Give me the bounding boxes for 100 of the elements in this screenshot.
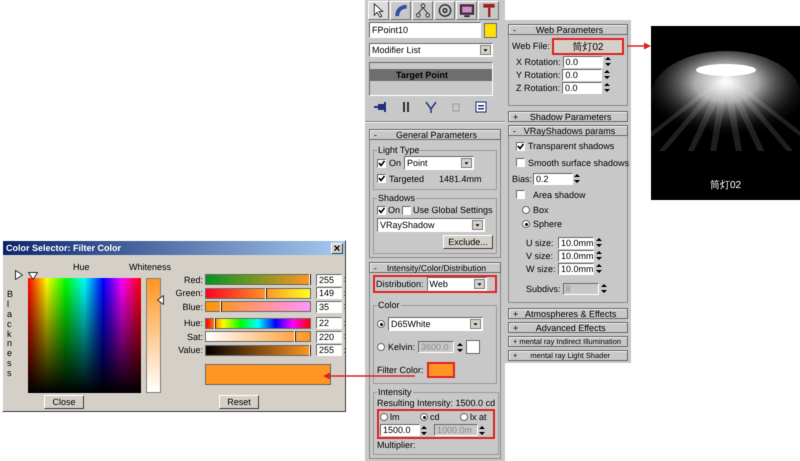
spinner-button[interactable]	[457, 342, 464, 352]
rollout-header[interactable]: - VRayShadows params	[508, 125, 628, 136]
radio-button[interactable]	[460, 413, 468, 421]
checkbox[interactable]	[516, 142, 525, 150]
dropdown[interactable]: VRayShadow	[377, 218, 485, 232]
checkbox-label: Use Global Settings	[413, 204, 493, 216]
dialog-button[interactable]: Close	[44, 395, 84, 409]
number-field[interactable]: 255	[316, 274, 342, 286]
rollout-header[interactable]: + Advanced Effects	[508, 322, 628, 333]
group-title: Color	[377, 300, 401, 310]
rollout-header[interactable]: - Web Parameters	[508, 24, 628, 35]
dropdown[interactable]: Modifier List	[369, 43, 493, 57]
radio-label: lm	[390, 411, 400, 423]
number-field[interactable]: 149	[316, 287, 342, 300]
whiteness-label: Whiteness	[129, 261, 172, 273]
panel-tab[interactable]	[412, 1, 433, 20]
checkbox[interactable]	[516, 190, 525, 199]
checkbox-label: On	[388, 204, 400, 216]
number-field[interactable]: 220	[316, 330, 342, 343]
panel-tab[interactable]	[434, 1, 455, 20]
color-swatch[interactable]	[426, 362, 455, 378]
list-icon[interactable]	[473, 99, 489, 115]
number-field[interactable]: 10.0mm	[558, 262, 594, 274]
color-slider[interactable]	[205, 301, 311, 312]
panel-tab[interactable]	[390, 1, 411, 20]
number-field[interactable]: 0.2	[533, 172, 574, 184]
radio-button[interactable]	[420, 413, 428, 421]
checkbox[interactable]	[516, 158, 525, 167]
number-field[interactable]: 35	[316, 300, 342, 313]
close-icon[interactable]	[331, 242, 343, 254]
number-field[interactable]: 1500.0	[380, 424, 420, 436]
field-label: Multiplier:	[377, 439, 416, 451]
exclude-button[interactable]: Exclude...	[443, 234, 493, 248]
color-slider[interactable]	[205, 288, 311, 299]
panel-tab[interactable]	[368, 1, 389, 20]
field-label: Filter Color:	[377, 364, 424, 376]
checkbox-label: Targeted	[389, 172, 424, 184]
window-title: Color Selector: Filter Color	[6, 243, 122, 253]
spinner-button[interactable]	[596, 263, 602, 274]
number-field[interactable]: 255	[316, 344, 342, 356]
color-swatch[interactable]	[484, 22, 497, 38]
color-slider[interactable]	[205, 274, 311, 286]
field-label: Bias:	[512, 172, 532, 184]
dialog-button[interactable]: Reset	[219, 395, 259, 409]
name-field[interactable]: FPoint10	[369, 22, 481, 38]
field-label: Kelvin:	[388, 341, 416, 353]
slider-thumb[interactable]	[294, 331, 296, 342]
rollout-header[interactable]: + Shadow Parameters	[508, 111, 628, 122]
whiteness-strip[interactable]	[146, 278, 161, 393]
checkbox[interactable]	[377, 158, 386, 168]
channel-label: Blue:	[181, 300, 203, 313]
radio-label: cd	[430, 411, 441, 423]
radio-button[interactable]	[380, 413, 388, 421]
radio-button[interactable]	[377, 343, 385, 351]
spinner-button[interactable]	[596, 237, 602, 248]
dropdown[interactable]: D65White	[388, 317, 483, 331]
radio-button[interactable]	[377, 320, 385, 328]
panel-tab[interactable]	[456, 1, 477, 20]
checkbox[interactable]	[377, 206, 386, 214]
number-field[interactable]: 0.0	[562, 68, 602, 80]
color-spectrum[interactable]	[28, 278, 141, 393]
dropdown[interactable]: Web	[426, 277, 487, 291]
slider-thumb[interactable]	[265, 288, 268, 299]
checkbox[interactable]	[402, 206, 412, 214]
stack-item[interactable]: Target Point	[370, 69, 492, 81]
radio-button[interactable]	[522, 220, 530, 228]
number-field[interactable]: 0.0	[562, 56, 603, 68]
fork-icon[interactable]	[423, 99, 439, 115]
panel-tab[interactable]	[478, 1, 499, 20]
color-swatch[interactable]	[466, 340, 480, 354]
pin-icon[interactable]	[373, 99, 389, 115]
group-title: Shadows	[377, 193, 416, 203]
channel-label: Hue:	[182, 317, 203, 330]
color-slider[interactable]	[205, 318, 311, 329]
slider-thumb[interactable]	[214, 318, 216, 329]
color-slider[interactable]	[205, 344, 311, 356]
field-label: X Rotation:	[516, 56, 561, 68]
slider-thumb[interactable]	[220, 301, 222, 312]
group-title: Intensity	[377, 387, 413, 397]
radio-button[interactable]	[522, 206, 530, 214]
rollout-header[interactable]: - Intensity/Color/Distribution	[369, 262, 501, 273]
number-field[interactable]: 10.0mm	[558, 236, 594, 248]
wheel-icon	[436, 2, 454, 19]
color-slider[interactable]	[205, 331, 311, 342]
web-file-button[interactable]: 筒灯02	[552, 38, 624, 54]
spinner-button[interactable]	[596, 250, 602, 261]
hue-label: Hue	[73, 261, 91, 273]
rollout-header[interactable]: + Atmospheres & Effects	[508, 308, 628, 319]
radio-label: Box	[533, 204, 549, 216]
number-field[interactable]: 10.0mm	[558, 250, 594, 262]
hierarchy-icon	[414, 2, 432, 19]
rollout-header[interactable]: - General Parameters	[369, 129, 501, 140]
number-field[interactable]: 22	[316, 317, 342, 330]
group-title: Light Type	[377, 145, 420, 155]
field-label: V size:	[526, 250, 554, 262]
dropdown[interactable]: Point	[404, 156, 474, 170]
distance-value: 1481.4mm	[439, 172, 482, 184]
number-field[interactable]: 0.0	[562, 82, 602, 94]
checkbox[interactable]	[377, 174, 386, 183]
pointer-icon[interactable]	[157, 295, 164, 305]
